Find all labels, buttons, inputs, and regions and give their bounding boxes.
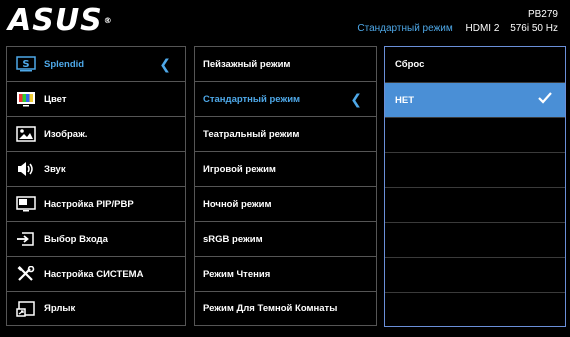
option-empty-row [385, 152, 565, 187]
status-mode: Стандартный режим [357, 23, 453, 34]
submenu-item-scenery[interactable]: Пейзажный режим [194, 46, 377, 81]
submenu-item-night[interactable]: Ночной режим [194, 186, 377, 221]
menu-item-label: Ярлык [44, 303, 76, 314]
image-icon [16, 126, 36, 142]
menu-item-shortcut[interactable]: Ярлык [6, 291, 186, 326]
logo-text: ASUS [8, 3, 103, 38]
option-reset-heading: Сброс [385, 47, 565, 82]
menu-item-label: Звук [44, 163, 66, 175]
submenu-item-game[interactable]: Игровой режим [194, 151, 377, 186]
menu-item-sound[interactable]: Звук [6, 151, 186, 186]
menu-item-color[interactable]: Цвет [6, 81, 186, 116]
model-name: PB279 [527, 9, 558, 20]
option-empty-row [385, 222, 565, 257]
trademark-mark: ® [103, 16, 113, 25]
status-resolution: 576i 50 Hz [510, 23, 558, 34]
option-empty-row [385, 292, 565, 327]
menu-item-image[interactable]: Изображ. [6, 116, 186, 151]
menu-item-label: Цвет [44, 93, 67, 105]
submenu-item-reading[interactable]: Режим Чтения [194, 256, 377, 291]
menu-item-label: Настройка PIP/PBP [44, 198, 134, 210]
tools-icon [16, 266, 36, 282]
submenu-item-theater[interactable]: Театральный режим [194, 116, 377, 151]
status-input: HDMI 2 [465, 23, 500, 34]
pip-icon [16, 196, 36, 212]
submenu-item-label: Игровой режим [203, 163, 276, 175]
shortcut-icon [16, 300, 36, 317]
submenu-item-label: sRGB режим [203, 233, 263, 245]
menu-item-pip-pbp[interactable]: Настройка PIP/PBP [6, 186, 186, 221]
status-bar: Стандартный режим HDMI 2 576i 50 Hz [357, 23, 558, 34]
menu-item-input-select[interactable]: Выбор Входа [6, 221, 186, 256]
option-empty-row [385, 257, 565, 292]
option-empty-row [385, 187, 565, 222]
main-menu: S Splendid ❮ Цвет Изображ. Звук Настройк… [6, 46, 186, 326]
chevron-left-icon: ❮ [159, 56, 171, 72]
menu-item-label: Выбор Входа [44, 233, 108, 245]
submenu-item-label: Театральный режим [203, 128, 300, 140]
chevron-left-icon: ❮ [350, 91, 362, 107]
submenu-item-darkroom[interactable]: Режим Для Темной Комнаты [194, 291, 377, 326]
submenu-item-label: Ночной режим [203, 198, 272, 210]
option-empty-row [385, 117, 565, 152]
color-icon [16, 91, 36, 107]
svg-text:S: S [22, 59, 29, 70]
speaker-icon [16, 161, 36, 177]
reset-label: Сброс [395, 59, 425, 70]
submenu-item-label: Режим Для Темной Комнаты [203, 303, 338, 314]
menu-item-label: Изображ. [44, 128, 88, 140]
input-select-icon [16, 231, 36, 247]
submenu-item-srgb[interactable]: sRGB режим [194, 221, 377, 256]
checkmark-icon [537, 91, 553, 108]
submenu-item-standard[interactable]: Стандартный режим ❮ [194, 81, 377, 116]
menu-item-label: Splendid [44, 58, 85, 70]
option-no[interactable]: НЕТ [385, 82, 565, 117]
splendid-icon: S [16, 56, 36, 72]
reset-options-panel: Сброс НЕТ [384, 46, 566, 327]
menu-item-label: Настройка СИСТЕМА [44, 268, 144, 280]
menu-item-system-setup[interactable]: Настройка СИСТЕМА [6, 256, 186, 291]
option-label: НЕТ [395, 94, 414, 106]
submenu-item-label: Режим Чтения [203, 268, 271, 280]
submenu-item-label: Пейзажный режим [203, 58, 291, 70]
submenu-item-label: Стандартный режим [203, 93, 301, 105]
asus-logo: ASUS® [8, 6, 113, 36]
menu-item-splendid[interactable]: S Splendid ❮ [6, 46, 186, 81]
splendid-submenu: Пейзажный режим Стандартный режим ❮ Театр… [194, 46, 377, 326]
